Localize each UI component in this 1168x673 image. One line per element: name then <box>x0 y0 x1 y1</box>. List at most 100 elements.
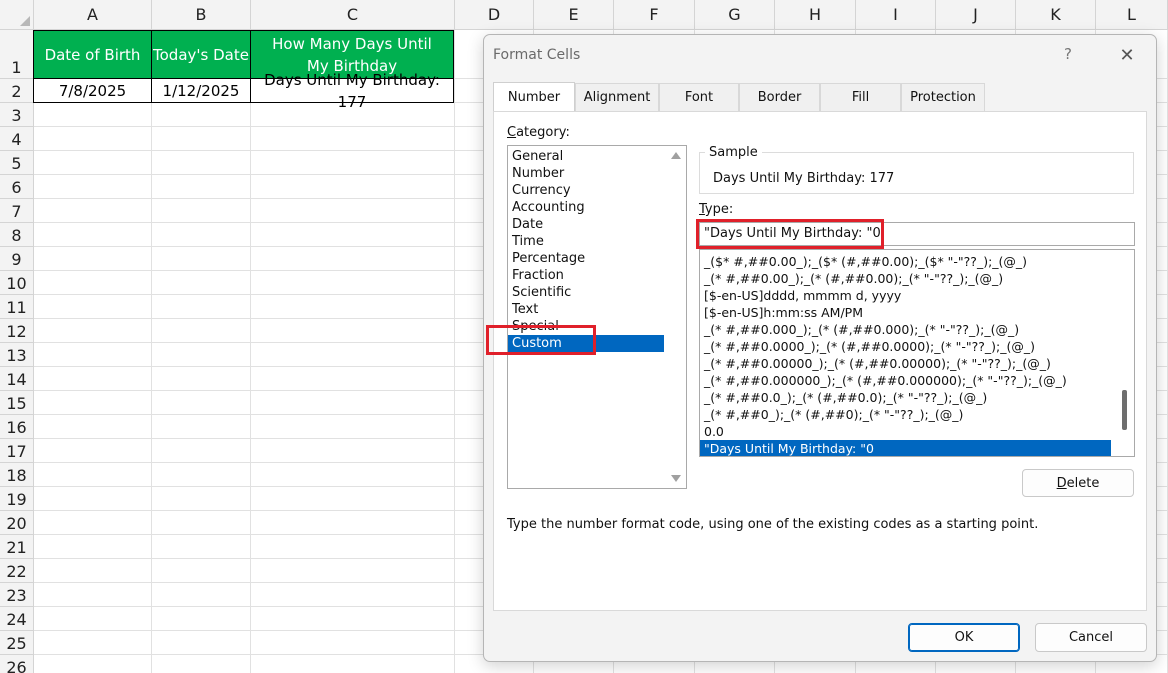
category-item-number[interactable]: Number <box>508 165 664 182</box>
format-code-item[interactable]: _(* #,##0.0000_);_(* (#,##0.0000);_(* "-… <box>700 338 1111 355</box>
row-header-12[interactable]: 12 <box>0 319 34 343</box>
cell-a1-text: Date of Birth <box>44 45 141 64</box>
tab-border[interactable]: Border <box>739 83 820 111</box>
row-header-2[interactable]: 2 <box>0 79 34 103</box>
column-header-g[interactable]: G <box>695 0 775 30</box>
tab-font[interactable]: Font <box>659 83 739 111</box>
scroll-down-arrow-icon[interactable] <box>671 475 681 482</box>
scroll-up-arrow-icon[interactable] <box>671 152 681 159</box>
category-item-percentage[interactable]: Percentage <box>508 250 664 267</box>
format-code-item[interactable]: [$-en-US]h:mm:ss AM/PM <box>700 304 1111 321</box>
category-item-custom[interactable]: Custom <box>508 335 664 352</box>
format-code-item[interactable]: _(* #,##0.0_);_(* (#,##0.0);_(* "-"??_);… <box>700 389 1111 406</box>
cell-b2[interactable]: 1/12/2025 <box>151 78 251 103</box>
row-header-6[interactable]: 6 <box>0 175 34 199</box>
category-item-general[interactable]: General <box>508 148 664 165</box>
column-header-c[interactable]: C <box>251 0 455 30</box>
format-code-item[interactable]: [$-en-US]dddd, mmmm d, yyyy <box>700 287 1111 304</box>
row-header-24[interactable]: 24 <box>0 607 34 631</box>
column-header-b[interactable]: B <box>152 0 251 30</box>
row-header-8[interactable]: 8 <box>0 223 34 247</box>
tab-number[interactable]: Number <box>493 82 575 112</box>
column-header-l[interactable]: L <box>1096 0 1168 30</box>
type-input[interactable]: "Days Until My Birthday: "0 <box>699 222 1135 246</box>
sample-value: Days Until My Birthday: 177 <box>713 171 895 186</box>
tab-protection[interactable]: Protection <box>901 83 985 111</box>
column-header-i[interactable]: I <box>856 0 936 30</box>
category-item-date[interactable]: Date <box>508 216 664 233</box>
format-code-item[interactable]: _(* #,##0_);_(* (#,##0);_(* "-"??_);_(@_… <box>700 406 1111 423</box>
row-header-26[interactable]: 26 <box>0 655 34 673</box>
cancel-label: Cancel <box>1068 630 1114 645</box>
tab-border-label: Border <box>757 90 802 105</box>
row-header-16[interactable]: 16 <box>0 415 34 439</box>
category-item-scientific[interactable]: Scientific <box>508 284 664 301</box>
select-all-corner[interactable] <box>0 0 34 30</box>
row-header-10[interactable]: 10 <box>0 271 34 295</box>
row-header-5[interactable]: 5 <box>0 151 34 175</box>
row-header-25[interactable]: 25 <box>0 631 34 655</box>
cell-a2[interactable]: 7/8/2025 <box>33 78 152 103</box>
row-header-19[interactable]: 19 <box>0 487 34 511</box>
cell-a1[interactable]: Date of Birth <box>33 30 152 79</box>
cell-b1[interactable]: Today's Date <box>151 30 251 79</box>
category-item-currency[interactable]: Currency <box>508 182 664 199</box>
row-header-14[interactable]: 14 <box>0 367 34 391</box>
category-item-time[interactable]: Time <box>508 233 664 250</box>
column-header-a[interactable]: A <box>34 0 152 30</box>
cancel-button[interactable]: Cancel <box>1035 623 1147 652</box>
format-code-item[interactable]: _(* #,##0.00_);_(* (#,##0.00);_(* "-"??_… <box>700 270 1111 287</box>
row-header-15[interactable]: 15 <box>0 391 34 415</box>
format-code-scroll-thumb[interactable] <box>1122 390 1127 430</box>
row-header-22[interactable]: 22 <box>0 559 34 583</box>
category-label-rest: ategory: <box>516 125 570 140</box>
ok-label: OK <box>954 630 974 645</box>
ok-button[interactable]: OK <box>908 623 1020 652</box>
category-item-text[interactable]: Text <box>508 301 664 318</box>
format-code-item[interactable]: _(* #,##0.000000_);_(* (#,##0.000000);_(… <box>700 372 1111 389</box>
row-header-18[interactable]: 18 <box>0 463 34 487</box>
row-header-17[interactable]: 17 <box>0 439 34 463</box>
tab-fill[interactable]: Fill <box>820 83 901 111</box>
column-header-f[interactable]: F <box>614 0 695 30</box>
category-item-accounting[interactable]: Accounting <box>508 199 664 216</box>
row-header-4[interactable]: 4 <box>0 127 34 151</box>
cell-c2[interactable]: Days Until My Birthday: 177 <box>250 71 454 111</box>
format-code-item[interactable]: 0.0 <box>700 423 1111 440</box>
delete-button[interactable]: Delete <box>1022 469 1134 497</box>
format-code-item[interactable]: _($* #,##0.00_);_($* (#,##0.00);_($* "-"… <box>700 253 1111 270</box>
hint-text: Type the number format code, using one o… <box>507 517 1039 532</box>
tab-font-label: Font <box>684 90 714 105</box>
column-header-k[interactable]: K <box>1016 0 1096 30</box>
category-listbox[interactable]: General Number Currency Accounting Date Time P… <box>507 145 687 489</box>
category-label: Category: <box>507 125 570 140</box>
format-code-item[interactable]: "Days Until My Birthday: "0 <box>700 440 1111 456</box>
column-header-e[interactable]: E <box>534 0 614 30</box>
number-tab-panel: Category: General Number Currency Accountin… <box>486 111 1147 611</box>
row-header-9[interactable]: 9 <box>0 247 34 271</box>
cell-c2-text: Days Until My Birthday: 177 <box>264 70 440 111</box>
row-header-13[interactable]: 13 <box>0 343 34 367</box>
category-scrollbar[interactable] <box>666 146 686 488</box>
row-header-11[interactable]: 11 <box>0 295 34 319</box>
tab-number-label: Number <box>507 90 561 105</box>
help-icon[interactable]: ? <box>1064 45 1072 63</box>
row-header-23[interactable]: 23 <box>0 583 34 607</box>
column-header-d[interactable]: D <box>455 0 534 30</box>
format-code-item[interactable]: _(* #,##0.000_);_(* (#,##0.000);_(* "-"?… <box>700 321 1111 338</box>
category-item-special[interactable]: Special <box>508 318 664 335</box>
row-header-21[interactable]: 21 <box>0 535 34 559</box>
category-item-fraction[interactable]: Fraction <box>508 267 664 284</box>
tab-alignment[interactable]: Alignment <box>575 83 659 111</box>
cell-b2-text: 1/12/2025 <box>162 81 240 100</box>
row-header-7[interactable]: 7 <box>0 199 34 223</box>
row-header-3[interactable]: 3 <box>0 103 34 127</box>
format-code-scrollbar[interactable] <box>1114 250 1134 456</box>
row-header-20[interactable]: 20 <box>0 511 34 535</box>
format-code-listbox[interactable]: _($* #,##0.00_);_($* (#,##0.00);_($* "-"… <box>699 249 1135 457</box>
row-header-1[interactable]: 1 <box>0 30 34 79</box>
close-icon[interactable]: ✕ <box>1116 44 1138 66</box>
column-header-j[interactable]: J <box>936 0 1016 30</box>
format-code-item[interactable]: _(* #,##0.00000_);_(* (#,##0.00000);_(* … <box>700 355 1111 372</box>
column-header-h[interactable]: H <box>775 0 856 30</box>
